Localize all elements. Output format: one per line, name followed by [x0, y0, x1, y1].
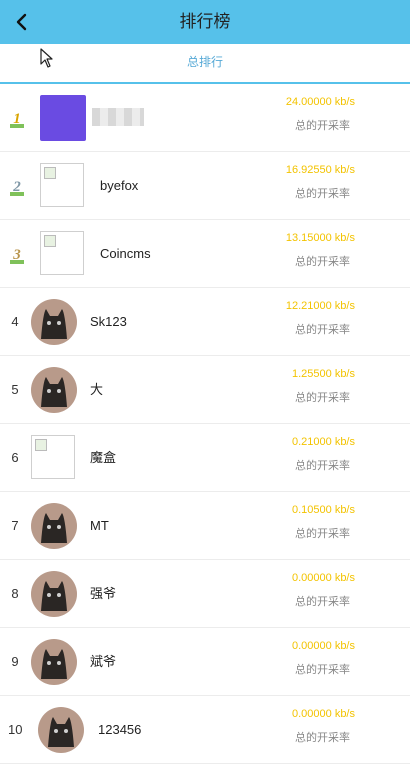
blurred-name: [92, 108, 144, 126]
broken-image-icon: [31, 435, 75, 479]
user-name: 斌爷: [90, 654, 117, 669]
mining-rate: 12.21000 kb/s: [285, 300, 355, 312]
rate-label: 总的开采率: [295, 664, 350, 676]
user-name: Sk123: [90, 314, 127, 329]
mining-rate: 16.92550 kb/s: [285, 164, 355, 176]
rate-label: 总的开采率: [295, 596, 350, 608]
mining-rate: 0.10500 kb/s: [292, 504, 355, 516]
gold-medal-icon: 1: [10, 111, 24, 128]
rate-label: 总的开采率: [295, 460, 350, 472]
cat-avatar-icon: [31, 299, 77, 345]
rank-number: 7: [11, 518, 19, 533]
ranking-row[interactable]: 6 魔盒 0.21000 kb/s 总的开采率: [0, 424, 410, 492]
silver-medal-icon: 2: [10, 179, 24, 196]
user-name: 大: [90, 382, 104, 397]
rank-number: 6: [11, 450, 19, 465]
ranking-row[interactable]: 9 斌爷 0.00000 kb/s 总的开采率: [0, 628, 410, 696]
avatar: [31, 435, 75, 479]
page-title: 排行榜: [179, 12, 231, 31]
rank-number: 10: [8, 722, 23, 737]
broken-image-icon: [40, 163, 84, 207]
ranking-row[interactable]: 4 Sk123 12.21000 kb/s 总的开采率: [0, 288, 410, 356]
tab-overall-ranking[interactable]: 总排行: [0, 44, 410, 80]
ranking-row[interactable]: 7 MT 0.10500 kb/s 总的开采率: [0, 492, 410, 560]
ranking-row[interactable]: 3 Coincms 13.15000 kb/s 总的开采率: [0, 220, 410, 288]
ranking-row[interactable]: 2 byefox 16.92550 kb/s 总的开采率: [0, 152, 410, 220]
rate-label: 总的开采率: [295, 324, 350, 336]
rate-label: 总的开采率: [295, 120, 350, 132]
mining-rate: 0.00000 kb/s: [292, 572, 355, 584]
avatar: [40, 95, 86, 141]
avatar: [40, 163, 84, 207]
user-name: 魔盒: [90, 450, 117, 465]
svg-text:2: 2: [12, 179, 21, 195]
mining-rate: 0.21000 kb/s: [292, 436, 355, 448]
cat-avatar-icon: [31, 367, 77, 413]
cat-avatar-icon: [31, 503, 77, 549]
blurred-avatar: [40, 95, 86, 141]
rate-label: 总的开采率: [295, 732, 350, 744]
rate-label: 总的开采率: [295, 256, 350, 268]
user-name: Coincms: [100, 246, 151, 261]
user-name: 强爷: [90, 586, 117, 601]
rate-label: 总的开采率: [295, 528, 350, 540]
cat-avatar-icon: [31, 639, 77, 685]
top-bar: 排行榜: [0, 0, 410, 44]
cat-avatar-icon: [31, 571, 77, 617]
mining-rate: 0.00000 kb/s: [292, 640, 355, 652]
avatar: [40, 231, 84, 275]
ranking-row[interactable]: 5 大 1.25500 kb/s 总的开采率: [0, 356, 410, 424]
cat-avatar-icon: [38, 707, 84, 753]
bronze-medal-icon: 3: [10, 247, 24, 264]
rank-number: 8: [11, 586, 19, 601]
rank-number: 5: [11, 382, 19, 397]
ranking-list: 1 24.00000 kb/s 总的开采率 2 byefox 16.92550 …: [0, 84, 410, 764]
mining-rate: 13.15000 kb/s: [285, 232, 355, 244]
user-name: MT: [90, 518, 109, 533]
mining-rate: 0.00000 kb/s: [292, 708, 355, 720]
ranking-row[interactable]: 10 123456 0.00000 kb/s 总的开采率: [0, 696, 410, 764]
svg-text:3: 3: [12, 247, 21, 263]
rate-label: 总的开采率: [295, 392, 350, 404]
rank-number: 9: [11, 654, 19, 669]
mining-rate: 24.00000 kb/s: [285, 96, 355, 108]
ranking-row[interactable]: 1 24.00000 kb/s 总的开采率: [0, 84, 410, 152]
mining-rate: 1.25500 kb/s: [292, 368, 355, 380]
broken-image-icon: [40, 231, 84, 275]
svg-text:1: 1: [13, 111, 21, 127]
tab-bar: 总排行: [0, 44, 410, 84]
rate-label: 总的开采率: [295, 188, 350, 200]
rank-number: 4: [11, 314, 19, 329]
user-name: 123456: [98, 722, 142, 737]
user-name: byefox: [100, 178, 139, 193]
mouse-cursor-icon: [40, 48, 53, 68]
ranking-row[interactable]: 8 强爷 0.00000 kb/s 总的开采率: [0, 560, 410, 628]
